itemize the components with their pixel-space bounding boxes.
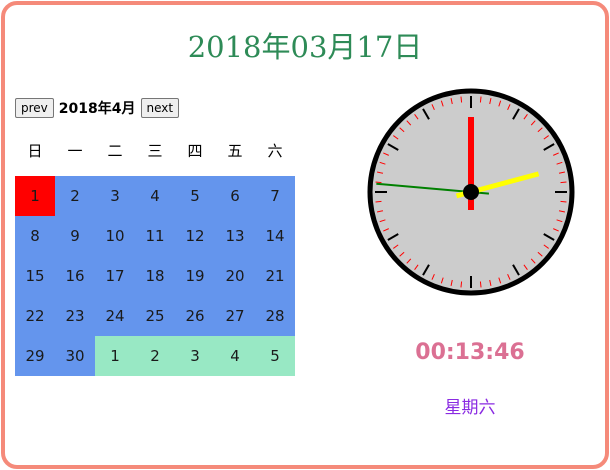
calendar-day[interactable]: 9 [55,216,95,256]
weekday-sun: 日 [27,142,43,160]
minute-tick [479,96,482,103]
calendar-day[interactable]: 27 [215,296,255,336]
calendar-day[interactable]: 24 [95,296,135,336]
calendar-day[interactable]: 30 [55,336,95,376]
calendar-day[interactable]: 7 [255,176,295,216]
calendar-day[interactable]: 18 [135,256,175,296]
weekday-sat: 六 [267,142,283,160]
minute-tick [460,281,463,288]
date-title: 2018年03月17日 [187,30,423,64]
calendar-day[interactable]: 19 [175,256,215,296]
minute-tick [560,181,567,184]
calendar-day[interactable]: 8 [15,216,55,256]
calendar-day[interactable]: 25 [135,296,175,336]
weekday-fri: 五 [227,142,243,160]
calendar-day-next-month[interactable]: 4 [215,336,255,376]
calendar-day[interactable]: 2 [55,176,95,216]
calendar-day[interactable]: 5 [175,176,215,216]
calendar-day-next-month[interactable]: 2 [135,336,175,376]
calendar-nav: prev 2018年4月 next [15,98,180,118]
calendar-day[interactable]: 21 [255,256,295,296]
calendar-day[interactable]: 22 [15,296,55,336]
calendar-day[interactable]: 20 [215,256,255,296]
calendar-day[interactable]: 14 [255,216,295,256]
calendar-day[interactable]: 16 [55,256,95,296]
calendar-day[interactable]: 6 [215,176,255,216]
weekday-label: 星期六 [444,398,496,418]
calendar-day[interactable]: 15 [15,256,55,296]
calendar-day[interactable]: 11 [135,216,175,256]
clock-center-pin [463,184,479,200]
calendar: 日 一 二 三 四 五 六 1 2 3 4 5 6 7 8 9 10 11 12 13 14 15 16 17 1… [15,136,295,376]
calendar-day[interactable]: 26 [175,296,215,336]
minute-tick [375,181,382,184]
minute-tick [375,200,382,203]
weekday-thu: 四 [187,142,203,160]
month-label: 2018年4月 [58,101,136,117]
weekday-header: 日 一 二 三 四 五 六 [15,136,295,166]
calendar-day[interactable]: 17 [95,256,135,296]
prev-month-button[interactable]: prev [15,98,54,118]
day-grid: 1 2 3 4 5 6 7 8 9 10 11 12 13 14 15 16 17 18 19 20 21 22 23 24 2… [15,176,295,376]
calendar-day[interactable]: 13 [215,216,255,256]
digital-time: 00:13:46 [415,340,525,365]
calendar-day-next-month[interactable]: 5 [255,336,295,376]
weekday-mon: 一 [67,142,83,160]
calendar-day[interactable]: 10 [95,216,135,256]
calendar-day[interactable]: 23 [55,296,95,336]
calendar-day-next-month[interactable]: 1 [95,336,135,376]
calendar-day[interactable]: 28 [255,296,295,336]
next-month-button[interactable]: next [140,98,180,118]
calendar-day[interactable]: 3 [95,176,135,216]
minute-tick [479,281,482,288]
calendar-day[interactable]: 29 [15,336,55,376]
calendar-day[interactable]: 4 [135,176,175,216]
minute-tick [560,200,567,203]
calendar-day-next-month[interactable]: 3 [175,336,215,376]
analog-clock [367,88,575,296]
minute-tick [460,96,463,103]
calendar-day-today[interactable]: 1 [15,176,55,216]
weekday-tue: 二 [107,142,123,160]
calendar-day[interactable]: 12 [175,216,215,256]
weekday-wed: 三 [147,142,163,160]
